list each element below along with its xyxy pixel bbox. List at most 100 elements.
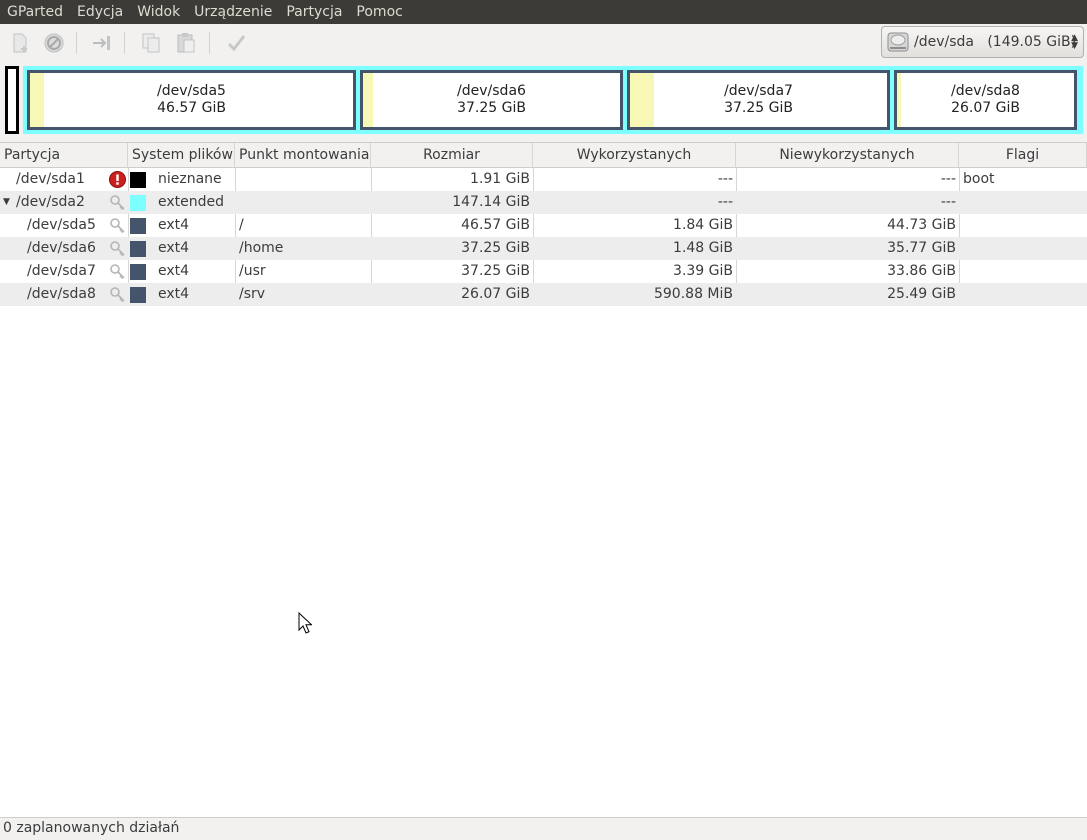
- cell-filesystem: ext4: [158, 217, 190, 233]
- partition-name: /dev/sda5: [157, 83, 226, 99]
- partition-size: 37.25 GiB: [457, 100, 526, 116]
- toolbar: /dev/sda (149.05 GiB) ▲ ▼: [0, 24, 1087, 62]
- partition-name: /dev/sda6: [457, 83, 526, 99]
- partition-name: /dev/sda8: [951, 83, 1020, 99]
- delete-partition-button[interactable]: [40, 29, 68, 57]
- cell-partition: /dev/sda8: [27, 286, 96, 302]
- error-icon: [109, 171, 126, 188]
- cell-unused: 33.86 GiB: [887, 263, 956, 279]
- partition-size: 46.57 GiB: [157, 100, 226, 116]
- filesystem-color-swatch: [130, 172, 146, 188]
- cell-size: 37.25 GiB: [461, 240, 530, 256]
- device-label: /dev/sda (149.05 GiB): [914, 34, 1077, 50]
- select-arrows-icon: ▲ ▼: [1071, 33, 1078, 51]
- apply-button[interactable]: [222, 29, 250, 57]
- cell-partition: /dev/sda5: [27, 217, 96, 233]
- device-select[interactable]: /dev/sda (149.05 GiB) ▲ ▼: [881, 26, 1084, 58]
- menu-pomoc[interactable]: Pomoc: [349, 0, 409, 24]
- partition-block-extended[interactable]: /dev/sda5 46.57 GiB /dev/sda6 37.25 GiB …: [23, 66, 1083, 134]
- column-header-filesystem[interactable]: System plików: [128, 143, 235, 167]
- cell-partition: /dev/sda1: [16, 171, 85, 187]
- cell-mountpoint: /home: [239, 240, 284, 256]
- column-header-mountpoint[interactable]: Punkt montowania: [235, 143, 371, 167]
- cell-mountpoint: /: [239, 217, 244, 233]
- cell-size: 26.07 GiB: [461, 286, 530, 302]
- table-row[interactable]: /dev/sda7 ext4 /usr 37.25 GiB 3.39 GiB 3…: [0, 260, 1087, 283]
- cell-flags: [963, 237, 1083, 260]
- cell-partition: /dev/sda7: [27, 263, 96, 279]
- cell-size: 1.91 GiB: [470, 171, 530, 187]
- cell-flags: [963, 260, 1083, 283]
- cell-mountpoint: /srv: [239, 286, 266, 302]
- partition-block-sda1[interactable]: [5, 66, 19, 134]
- resize-move-icon: [93, 36, 110, 50]
- key-icon: [110, 287, 125, 303]
- cell-filesystem: ext4: [158, 263, 190, 279]
- cell-filesystem: nieznane: [158, 171, 222, 187]
- partition-block-sda7[interactable]: /dev/sda7 37.25 GiB: [627, 70, 890, 130]
- menu-widok[interactable]: Widok: [130, 0, 187, 24]
- cell-flags: [963, 214, 1083, 237]
- new-partition-button[interactable]: [6, 29, 34, 57]
- menubar: GParted Edycja Widok Urządzenie Partycja…: [0, 0, 1087, 24]
- cell-used: 3.39 GiB: [673, 263, 733, 279]
- delete-partition-icon: [44, 33, 64, 53]
- column-header-unused[interactable]: Niewykorzystanych: [736, 143, 959, 167]
- copy-icon: [142, 33, 160, 53]
- cell-filesystem: extended: [158, 194, 225, 210]
- cell-partition: /dev/sda2: [16, 194, 85, 210]
- table-row[interactable]: ▼ /dev/sda2 extended 147.14 GiB --- ---: [0, 191, 1087, 214]
- table-row[interactable]: /dev/sda5 ext4 / 46.57 GiB 1.84 GiB 44.7…: [0, 214, 1087, 237]
- menu-edycja[interactable]: Edycja: [70, 0, 130, 24]
- partition-block-sda8[interactable]: /dev/sda8 26.07 GiB: [894, 70, 1077, 130]
- cell-flags: boot: [963, 171, 995, 187]
- column-header-size[interactable]: Rozmiar: [371, 143, 533, 167]
- cell-used: 1.84 GiB: [673, 217, 733, 233]
- cell-unused: ---: [940, 171, 956, 187]
- cell-size: 147.14 GiB: [452, 194, 530, 210]
- menu-urzadzenie[interactable]: Urządzenie: [187, 0, 279, 24]
- apply-icon: [227, 35, 246, 52]
- disk-visual-map: /dev/sda5 46.57 GiB /dev/sda6 37.25 GiB …: [0, 62, 1087, 142]
- filesystem-color-swatch: [130, 218, 146, 234]
- cell-size: 46.57 GiB: [461, 217, 530, 233]
- cell-mountpoint: [239, 191, 369, 214]
- cell-flags: [963, 283, 1083, 306]
- table-row[interactable]: /dev/sda6 ext4 /home 37.25 GiB 1.48 GiB …: [0, 237, 1087, 260]
- cell-unused: 35.77 GiB: [887, 240, 956, 256]
- cell-partition: /dev/sda6: [27, 240, 96, 256]
- partition-table: Partycja System plików Punkt montowania …: [0, 142, 1087, 818]
- filesystem-color-swatch: [130, 241, 146, 257]
- resize-move-button[interactable]: [88, 29, 116, 57]
- column-header-flags[interactable]: Flagi: [959, 143, 1087, 167]
- partition-size: 37.25 GiB: [724, 100, 793, 116]
- cell-filesystem: ext4: [158, 286, 190, 302]
- filesystem-color-swatch: [130, 195, 146, 211]
- table-row[interactable]: /dev/sda1 nieznane 1.91 GiB --- --- boot: [0, 168, 1087, 191]
- cell-flags: [963, 191, 1083, 214]
- mouse-cursor-icon: [298, 612, 312, 634]
- copy-button[interactable]: [137, 29, 165, 57]
- partition-block-sda6[interactable]: /dev/sda6 37.25 GiB: [360, 70, 623, 130]
- partition-name: /dev/sda7: [724, 83, 793, 99]
- status-bar: 0 zaplanowanych działań: [0, 818, 1087, 840]
- menu-gparted[interactable]: GParted: [0, 0, 70, 24]
- cell-unused: 25.49 GiB: [887, 286, 956, 302]
- paste-icon: [177, 33, 195, 53]
- cell-used: ---: [717, 171, 733, 187]
- menu-partycja[interactable]: Partycja: [279, 0, 349, 24]
- key-icon: [110, 241, 125, 257]
- key-icon: [110, 218, 125, 234]
- cell-mountpoint: /usr: [239, 263, 266, 279]
- new-partition-icon: [13, 33, 27, 53]
- column-header-partition[interactable]: Partycja: [0, 143, 128, 167]
- cell-unused: 44.73 GiB: [887, 217, 956, 233]
- filesystem-color-swatch: [130, 264, 146, 280]
- key-icon: [110, 195, 125, 211]
- paste-button[interactable]: [172, 29, 200, 57]
- expander-triangle-icon[interactable]: ▼: [3, 191, 10, 214]
- cell-used: 1.48 GiB: [673, 240, 733, 256]
- table-row[interactable]: /dev/sda8 ext4 /srv 26.07 GiB 590.88 MiB…: [0, 283, 1087, 306]
- column-header-used[interactable]: Wykorzystanych: [533, 143, 736, 167]
- partition-block-sda5[interactable]: /dev/sda5 46.57 GiB: [27, 70, 356, 130]
